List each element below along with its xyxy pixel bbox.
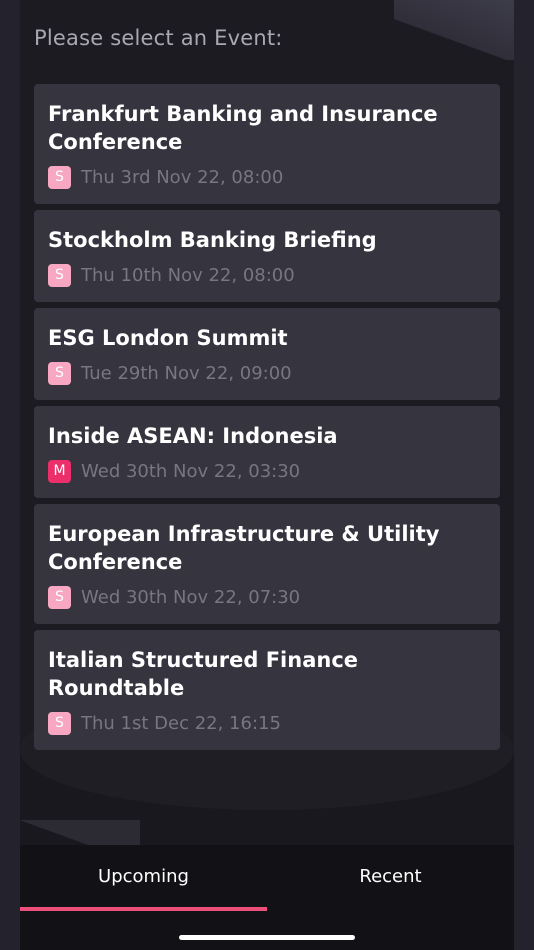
event-title: ESG London Summit (48, 326, 288, 350)
tab-recent[interactable]: Recent (267, 845, 514, 908)
event-meta: S Thu 3rd Nov 22, 08:00 (48, 164, 486, 190)
event-title: Frankfurt Banking and Insurance Conferen… (48, 102, 438, 154)
event-date: Thu 10th Nov 22, 08:00 (81, 264, 295, 286)
event-type-badge: S (48, 585, 71, 609)
event-meta: S Tue 29th Nov 22, 09:00 (48, 360, 486, 386)
event-card[interactable]: Italian Structured Finance Roundtable S … (34, 630, 500, 750)
event-type-badge: M (48, 459, 71, 483)
event-title: Stockholm Banking Briefing (48, 228, 377, 252)
event-date: Tue 29th Nov 22, 09:00 (81, 362, 292, 384)
bottom-tab-bar: Upcoming Recent (20, 845, 514, 950)
event-type-badge: S (48, 263, 71, 287)
event-card[interactable]: ESG London Summit S Tue 29th Nov 22, 09:… (34, 308, 500, 400)
event-title: Inside ASEAN: Indonesia (48, 424, 338, 448)
event-meta: S Thu 1st Dec 22, 16:15 (48, 710, 486, 736)
event-type-badge: S (48, 361, 71, 385)
event-meta: M Wed 30th Nov 22, 03:30 (48, 458, 486, 484)
event-title: Italian Structured Finance Roundtable (48, 648, 359, 700)
background-diagonal (394, 0, 514, 60)
select-event-prompt: Please select an Event: (34, 26, 283, 50)
event-card[interactable]: European Infrastructure & Utility Confer… (34, 504, 500, 624)
event-card[interactable]: Stockholm Banking Briefing S Thu 10th No… (34, 210, 500, 302)
home-indicator[interactable] (179, 935, 355, 940)
tab-upcoming[interactable]: Upcoming (20, 845, 267, 908)
event-card[interactable]: Inside ASEAN: Indonesia M Wed 30th Nov 2… (34, 406, 500, 498)
event-meta: S Wed 30th Nov 22, 07:30 (48, 584, 486, 610)
event-date: Thu 3rd Nov 22, 08:00 (81, 166, 284, 188)
event-date: Thu 1st Dec 22, 16:15 (81, 712, 281, 734)
active-tab-indicator (20, 907, 267, 911)
event-title: European Infrastructure & Utility Confer… (48, 522, 440, 574)
app-screen: Please select an Event: Frankfurt Bankin… (0, 0, 534, 950)
event-date: Wed 30th Nov 22, 03:30 (81, 460, 301, 482)
event-type-badge: S (48, 165, 71, 189)
event-date: Wed 30th Nov 22, 07:30 (81, 586, 301, 608)
event-list: Frankfurt Banking and Insurance Conferen… (34, 84, 500, 756)
event-card[interactable]: Frankfurt Banking and Insurance Conferen… (34, 84, 500, 204)
event-type-badge: S (48, 711, 71, 735)
event-meta: S Thu 10th Nov 22, 08:00 (48, 262, 486, 288)
